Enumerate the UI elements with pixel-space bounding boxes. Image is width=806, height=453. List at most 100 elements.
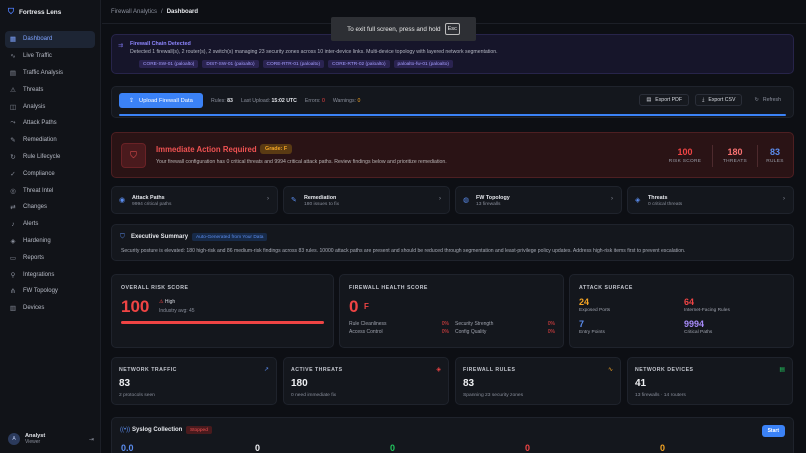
device-tag[interactable]: DIST-SW-01 (paloalto) — [202, 60, 259, 68]
risk-score-label: RISK SCORE — [668, 159, 702, 164]
sidebar-item-label: Reports — [23, 254, 45, 261]
stat-card-subtitle: 13 firewalls · 14 routers — [635, 393, 686, 398]
syslog-metric-value: 0 — [660, 443, 666, 453]
sidebar-item-rule-lifecycle[interactable]: ↻ Rule Lifecycle — [5, 149, 95, 166]
nav-card-fw-topology[interactable]: ◍ FW Topology 13 firewalls › — [455, 186, 622, 214]
rules-value: 83 — [769, 147, 780, 157]
health-metric-row: Rule Cleanliness 0% — [349, 321, 449, 327]
chevron-right-icon: › — [611, 196, 613, 202]
sidebar-item-reports[interactable]: ▭ Reports — [5, 249, 95, 266]
breadcrumb-separator: / — [161, 8, 163, 15]
risk-level-label: High — [164, 299, 176, 305]
health-metric-percent: 0% — [547, 329, 555, 335]
health-metric-percent: 0% — [441, 321, 449, 327]
stat-card-firewall-rules: FIREWALL RULES ∿ 83 Spanning 23 security zo… — [455, 357, 621, 405]
risk-score-value: 100 — [677, 147, 693, 157]
device-tag[interactable]: CORE-RTR-02 (paloalto) — [328, 60, 390, 68]
cycle-icon: ↻ — [10, 153, 16, 161]
check-icon: ✓ — [10, 170, 16, 178]
executive-summary-title: Executive Summary — [131, 234, 189, 240]
export-csv-button[interactable]: ⤓ Export CSV — [695, 94, 743, 106]
health-metric-label: Security Strength — [455, 321, 494, 327]
firewall-health-card: FIREWALL HEALTH SCORE 0 F Rule Cleanline… — [339, 274, 564, 348]
sidebar-item-attack-paths[interactable]: ⤳ Attack Paths — [5, 115, 95, 132]
attack-surface-metric: 7 Entry Points — [579, 319, 605, 335]
export-csv-label: Export CSV — [708, 97, 736, 103]
attack-surface-value: 24 — [579, 297, 590, 307]
upload-firewall-data-button[interactable]: ⇪ Upload Firewall Data — [119, 93, 203, 108]
main-content: Firewall Analytics / Dashboard ⇉ Firewal… — [102, 0, 806, 453]
sidebar-item-hardening[interactable]: ◈ Hardening — [5, 233, 95, 250]
stat-card-header: FIREWALL RULES — [463, 367, 516, 373]
sidebar-item-label: Alerts — [23, 221, 39, 228]
brand[interactable]: ⛉ Fortress Lens — [0, 0, 100, 24]
risk-level: ⚠ High — [159, 299, 175, 305]
sidebar-item-fw-topology[interactable]: ⋔ FW Topology — [5, 283, 95, 300]
file-icon: ▭ — [9, 254, 17, 262]
industry-average: Industry avg: 45 — [159, 308, 195, 314]
sidebar-item-integrations[interactable]: ⚲ Integrations — [5, 266, 95, 283]
grade-badge: Grade: F — [260, 144, 293, 154]
sidebar-item-analysis[interactable]: ◫ Analysis — [5, 98, 95, 115]
refresh-label: Refresh — [762, 97, 781, 103]
avatar[interactable]: A — [8, 433, 20, 445]
sidebar-item-label: Rule Lifecycle — [23, 153, 61, 160]
nav-card-remediation[interactable]: ✎ Remediation 180 issues to fix › — [283, 186, 450, 214]
sidebar-item-compliance[interactable]: ✓ Compliance — [5, 165, 95, 182]
device-tag[interactable]: CORE-RTR-01 (paloalto) — [262, 60, 325, 68]
nav-card-attack-paths[interactable]: ◉ Attack Paths 9994 critical paths › — [111, 186, 278, 214]
last-upload-label: Last Upload: — [240, 98, 271, 104]
attack-surface-label: Internet-Facing Rules — [684, 308, 730, 313]
chevron-right-icon: › — [267, 196, 269, 202]
target-icon: ◉ — [119, 197, 126, 204]
sidebar-item-threats[interactable]: ⚠ Threats — [5, 81, 95, 98]
user-role: Viewer — [25, 439, 41, 445]
plug-icon: ⚲ — [10, 271, 16, 279]
nav-card-threats[interactable]: ◈ Threats 0 critical threats › — [627, 186, 794, 214]
warning-icon: ⚠ — [159, 299, 164, 305]
sidebar-item-label: Integrations — [23, 271, 55, 278]
threats-value: 180 — [727, 147, 743, 157]
network-icon: ⋔ — [10, 288, 16, 296]
device-tag[interactable]: paloalto-fw-01 (paloalto) — [393, 60, 454, 68]
rules-summary: 83 RULES — [761, 147, 789, 164]
sidebar-item-threat-intel[interactable]: ◎ Threat Intel — [5, 182, 95, 199]
breadcrumb-parent[interactable]: Firewall Analytics — [111, 9, 157, 15]
radio-icon: ((•)) — [120, 427, 131, 433]
executive-summary: ⛉ Executive Summary Auto-Generated from … — [111, 224, 794, 261]
chevron-right-icon: › — [439, 196, 441, 202]
attack-surface-label: Critical Paths — [684, 330, 713, 335]
bar-chart-icon: ▤ — [9, 69, 17, 77]
upload-icon: ⇪ — [129, 97, 135, 104]
sidebar-item-devices[interactable]: ▥ Devices — [5, 300, 95, 317]
sidebar-item-remediation[interactable]: ✎ Remediation — [5, 132, 95, 149]
attack-surface-value: 64 — [684, 297, 695, 307]
server-icon: ▥ — [9, 305, 17, 313]
attack-surface-label: Exposed Ports — [579, 308, 611, 313]
sidebar-item-dashboard[interactable]: ▦ Dashboard — [5, 31, 95, 48]
threats-label: THREATS — [722, 159, 748, 164]
health-metric-label: Config Quality — [455, 329, 487, 335]
rules-label: Rules: — [211, 98, 226, 104]
sidebar-item-traffic-analysis[interactable]: ▤ Traffic Analysis — [5, 65, 95, 82]
syslog-status-badge: Stopped — [186, 426, 212, 434]
health-grade: F — [364, 302, 369, 311]
sidebar-item-label: Dashboard — [23, 36, 53, 43]
alert-icon: ⚠ — [10, 86, 16, 94]
wrench-icon: ✎ — [291, 197, 297, 204]
logout-icon[interactable]: ⇥ — [89, 436, 94, 443]
bell-icon: ♪ — [11, 220, 15, 228]
sidebar-item-changes[interactable]: ⇄ Changes — [5, 199, 95, 216]
sidebar-item-live-traffic[interactable]: ∿ Live Traffic — [5, 48, 95, 65]
radar-icon: ◎ — [10, 187, 16, 195]
warnings-count: 0 — [357, 98, 361, 104]
export-pdf-button[interactable]: ▤ Export PDF — [639, 94, 690, 106]
device-tag[interactable]: CORE-SW-01 (paloalto) — [139, 60, 199, 68]
sidebar-item-label: Live Traffic — [23, 53, 52, 60]
upload-stats: Rules: 83 Last Upload: 15:02 UTC Errors:… — [211, 98, 360, 104]
sidebar-item-alerts[interactable]: ♪ Alerts — [5, 216, 95, 233]
refresh-button[interactable]: ↻ Refresh — [748, 94, 787, 106]
syslog-start-button[interactable]: Start — [761, 425, 785, 437]
overall-risk-card: OVERALL RISK SCORE 100 ⚠ High Industry a… — [111, 274, 334, 348]
health-metric-row: Config Quality 0% — [455, 329, 555, 335]
